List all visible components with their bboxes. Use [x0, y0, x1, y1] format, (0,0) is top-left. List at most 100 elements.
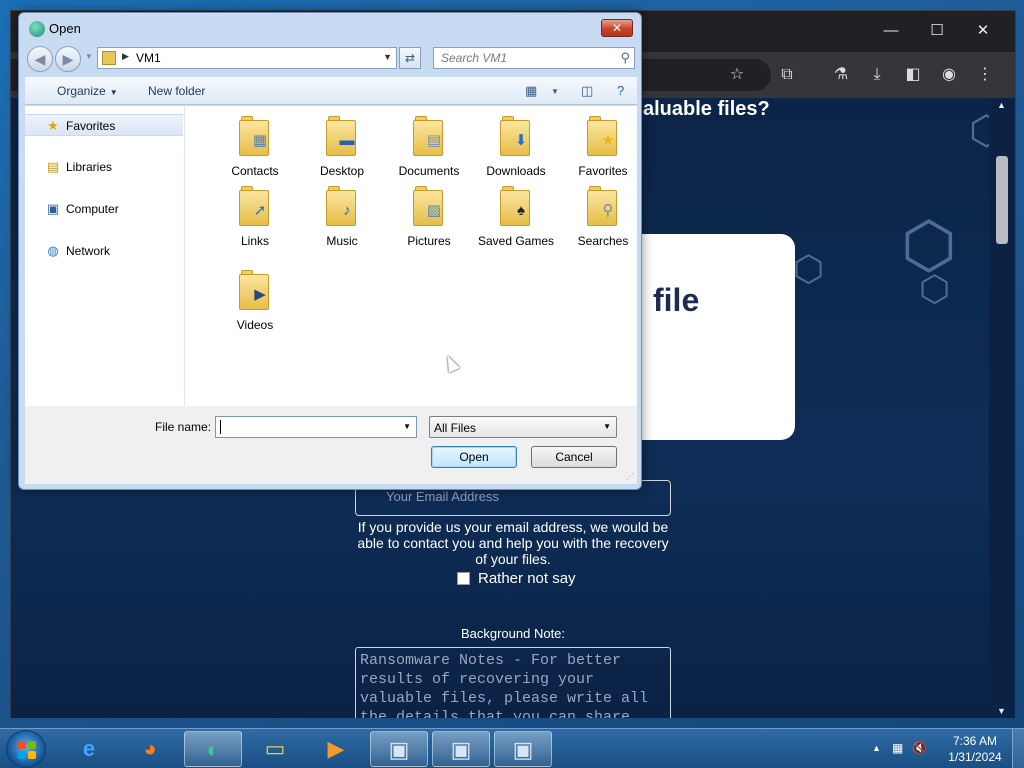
edge-icon[interactable]: ◐ [184, 731, 242, 767]
videos-folder-icon: ▶ [237, 270, 273, 312]
side-panel-icon[interactable]: ◧ [901, 63, 925, 87]
page-scrollbar[interactable]: ▲ ▼ [989, 98, 1015, 718]
libraries-icon: ▤ [46, 159, 60, 174]
folder-label: Documents [398, 164, 460, 178]
installer-task-icon[interactable]: ▣ [432, 731, 490, 767]
files-pane: ▦ Contacts ▬ Desktop ▤ Documents ⬇ Downl… [187, 106, 635, 406]
extensions-icon[interactable]: ⧉ [775, 63, 799, 87]
breadcrumb-chevron-icon[interactable]: ▶ [122, 51, 129, 62]
rather-not-say-checkbox[interactable] [457, 572, 470, 585]
open-button[interactable]: Open [431, 446, 517, 468]
organize-label: Organize [57, 84, 106, 98]
breadcrumb-location[interactable]: VM1 [136, 51, 161, 65]
app-icon [29, 21, 45, 37]
clock-date: 1/31/2024 [948, 750, 1002, 764]
background-note-label: Background Note: [460, 626, 566, 641]
scroll-down-icon[interactable]: ▼ [997, 706, 1006, 716]
scroll-thumb[interactable] [996, 156, 1008, 244]
computer-icon: ▣ [46, 201, 60, 216]
profile-icon[interactable]: ◉ [937, 63, 961, 87]
folder-item-documents[interactable]: ▤ Documents [386, 116, 472, 179]
address-dropdown-icon[interactable]: ▼ [383, 52, 392, 62]
forward-arrow-icon[interactable]: ▶ [55, 46, 81, 72]
chrome-menu-icon[interactable]: ⋮ [973, 63, 997, 87]
folder-item-contacts[interactable]: ▦ Contacts [212, 116, 298, 179]
folder-item-saved-games[interactable]: ♠ Saved Games [473, 186, 559, 249]
folder-item-music[interactable]: ♪ Music [299, 186, 385, 249]
address-bar[interactable]: ▶ VM1 ▼ [97, 47, 397, 69]
hexagon-decoration: ⬡ [793, 248, 825, 289]
dialog-body: ★ Favorites ▤ Libraries ▣ Computer ◍ Net… [25, 106, 637, 406]
open-dialog: Open ✕ ◀ ▶ ▼ ▶ VM1 ▼ ⇄ Search VM1 ⚲ Orga… [18, 12, 642, 490]
file-name-label: File name: [155, 420, 212, 434]
navigation-pane: ★ Favorites ▤ Libraries ▣ Computer ◍ Net… [25, 106, 185, 406]
folder-item-favorites[interactable]: ★ Favorites [560, 116, 646, 179]
dialog-title-bar[interactable]: Open ✕ [19, 13, 641, 43]
minimize-icon[interactable]: — [879, 19, 903, 43]
folder-label: Downloads [486, 164, 546, 178]
help-icon[interactable]: ? [617, 83, 624, 98]
nav-item-computer[interactable]: ▣ Computer [25, 198, 183, 220]
nav-item-libraries[interactable]: ▤ Libraries [25, 156, 183, 178]
pictures-folder-icon: ▨ [411, 186, 447, 228]
internet-explorer-icon[interactable]: e [60, 731, 118, 767]
show-hidden-icons-icon[interactable]: ▲ [872, 743, 881, 753]
search-input[interactable]: Search VM1 ⚲ [433, 47, 635, 69]
start-button[interactable] [6, 730, 46, 768]
folder-item-desktop[interactable]: ▬ Desktop [299, 116, 385, 179]
music-folder-icon: ♪ [324, 186, 360, 228]
folder-item-links[interactable]: ➚ Links [212, 186, 298, 249]
installer-task-icon[interactable]: ▣ [494, 731, 552, 767]
nav-item-label: Favorites [66, 119, 116, 133]
recent-locations-dropdown-icon[interactable]: ▼ [85, 52, 93, 61]
bookmark-star-icon[interactable]: ☆ [725, 63, 749, 87]
nav-item-network[interactable]: ◍ Network [25, 240, 183, 262]
installer-task-icon[interactable]: ▣ [370, 731, 428, 767]
folder-label: Saved Games [477, 234, 555, 248]
view-dropdown-icon[interactable]: ▼ [551, 87, 559, 96]
file-name-input[interactable]: ▼ [215, 416, 417, 438]
dialog-close-button[interactable]: ✕ [601, 19, 633, 37]
notes-textarea[interactable]: Ransomware Notes - For better results of… [355, 647, 671, 718]
folder-item-searches[interactable]: ⚲ Searches [560, 186, 646, 249]
rather-not-say-row[interactable]: Rather not say [457, 570, 576, 587]
maximize-icon[interactable]: ☐ [925, 19, 949, 43]
view-options-icon[interactable]: ▦ [525, 83, 537, 99]
nav-item-favorites[interactable]: ★ Favorites [25, 114, 183, 136]
download-icon[interactable]: ⤓ [865, 63, 889, 87]
labs-icon[interactable]: ⚗ [829, 63, 853, 87]
nav-item-label: Libraries [66, 160, 113, 174]
folder-label: Links [240, 234, 269, 248]
saved-games-folder-icon: ♠ [498, 186, 534, 228]
downloads-folder-icon: ⬇ [498, 116, 534, 158]
volume-muted-icon[interactable]: 🔇 [912, 741, 927, 755]
file-type-select[interactable]: All Files ▼ [429, 416, 617, 438]
network-status-icon[interactable]: ▦ [892, 741, 903, 755]
folder-item-downloads[interactable]: ⬇ Downloads [473, 116, 559, 179]
clock[interactable]: 7:36 AM 1/31/2024 [942, 733, 1008, 765]
search-icon[interactable]: ⚲ [620, 50, 630, 66]
links-folder-icon: ➚ [237, 186, 273, 228]
navigation-row: ◀ ▶ ▼ ▶ VM1 ▼ ⇄ Search VM1 ⚲ [27, 46, 635, 72]
close-window-icon[interactable]: ✕ [971, 19, 995, 43]
folder-item-videos[interactable]: ▶ Videos [212, 270, 298, 333]
new-folder-button[interactable]: New folder [148, 84, 205, 98]
refresh-icon[interactable]: ⇄ [399, 47, 421, 69]
hexagon-decoration: ⬡ [969, 109, 991, 153]
resize-grip-icon[interactable]: ⋰ [626, 472, 634, 481]
firefox-icon[interactable]: ◕ [121, 731, 179, 767]
folder-label: Contacts [231, 164, 279, 178]
cancel-button[interactable]: Cancel [531, 446, 617, 468]
favorites-folder-icon: ★ [585, 116, 621, 158]
contacts-folder-icon: ▦ [237, 116, 273, 158]
nav-item-label: Network [66, 244, 111, 258]
scroll-up-icon[interactable]: ▲ [997, 100, 1006, 110]
organize-button[interactable]: Organize ▼ [57, 84, 118, 98]
media-player-icon[interactable]: ▶ [307, 731, 365, 767]
file-name-dropdown-icon[interactable]: ▼ [403, 422, 411, 431]
preview-pane-icon[interactable]: ◫ [581, 83, 593, 99]
folder-item-pictures[interactable]: ▨ Pictures [386, 186, 472, 249]
file-explorer-icon[interactable]: ▭ [246, 731, 304, 767]
back-arrow-icon[interactable]: ◀ [27, 46, 53, 72]
show-desktop-button[interactable] [1012, 729, 1024, 768]
